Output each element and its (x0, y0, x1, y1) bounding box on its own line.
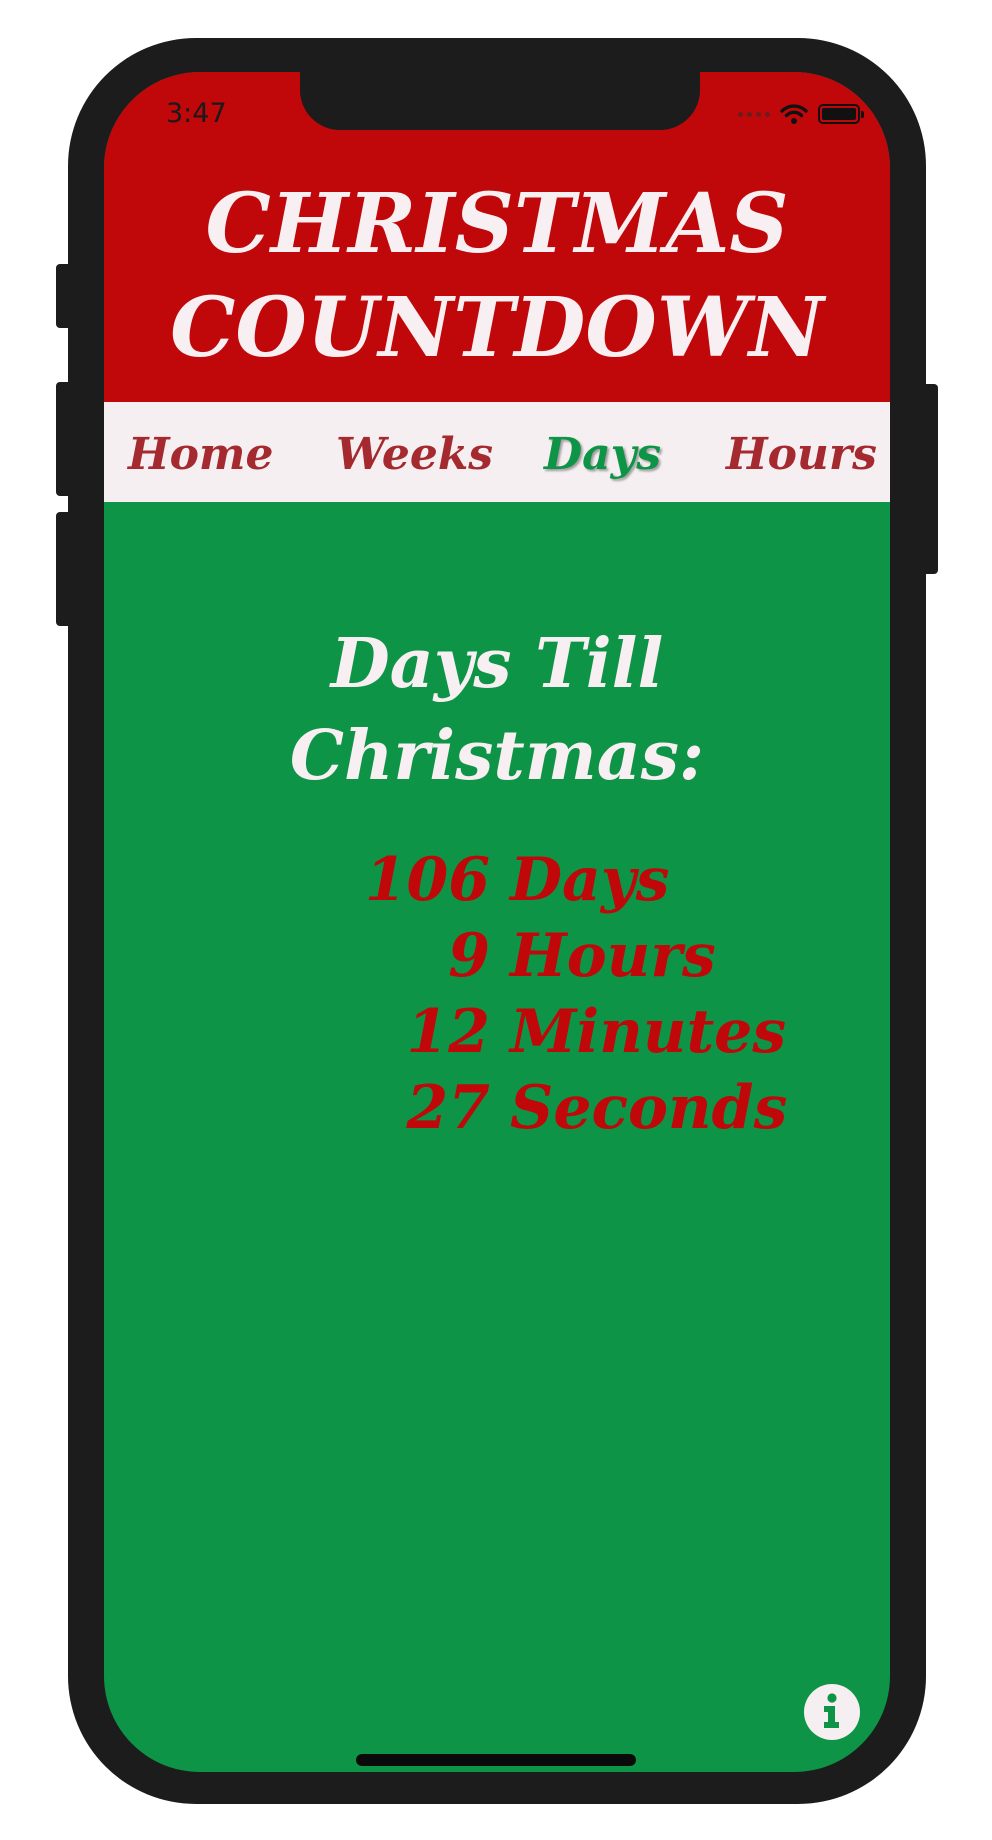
nav-weeks[interactable]: Weeks (336, 430, 493, 480)
app-title-line2: COUNTDOWN (170, 280, 824, 376)
nav-bar: Home Weeks Days Hours (104, 402, 890, 502)
heading-line1: Days Till (330, 624, 664, 704)
nav-hours[interactable]: Hours (726, 430, 877, 480)
info-button[interactable] (804, 1684, 860, 1740)
heading-line2: Christmas: (289, 716, 705, 796)
hours-unit: Hours (510, 921, 716, 991)
silent-switch (56, 264, 72, 328)
page-heading: Days Till Christmas: (104, 618, 890, 802)
info-icon (824, 1693, 839, 1728)
days-value: 106 (364, 845, 490, 915)
status-time: 3:47 (166, 98, 227, 129)
nav-home[interactable]: Home (128, 430, 273, 480)
status-icons (738, 102, 864, 126)
countdown-hours: 9 Hours (104, 918, 890, 994)
notch (300, 72, 700, 130)
seconds-value: 27 (406, 1073, 491, 1143)
minutes-unit: Minutes (510, 997, 787, 1067)
hours-value: 9 (448, 921, 490, 991)
home-indicator[interactable] (356, 1754, 636, 1766)
app-title: CHRISTMAS COUNTDOWN (104, 172, 890, 380)
volume-up-button (56, 382, 72, 496)
countdown-days: 106 Days (104, 842, 890, 918)
countdown-minutes: 12 Minutes (104, 994, 890, 1070)
countdown: 106 Days 9 Hours 12 Minutes 27 Seconds (104, 842, 890, 1146)
app-header: 3:47 CHRISTMAS COUNTDOWN (104, 72, 890, 402)
wifi-icon (780, 104, 808, 124)
days-unit: Days (510, 845, 670, 915)
nav-days[interactable]: Days (544, 430, 661, 480)
app-title-line1: CHRISTMAS (205, 176, 789, 272)
screen: 3:47 CHRISTMAS COUNTDOWN Home Weeks Days… (104, 72, 890, 1772)
battery-icon (818, 104, 864, 124)
seconds-unit: Seconds (510, 1073, 788, 1143)
power-button (922, 384, 938, 574)
minutes-value: 12 (406, 997, 491, 1067)
countdown-seconds: 27 Seconds (104, 1070, 890, 1146)
signal-icon (738, 111, 770, 117)
volume-down-button (56, 512, 72, 626)
